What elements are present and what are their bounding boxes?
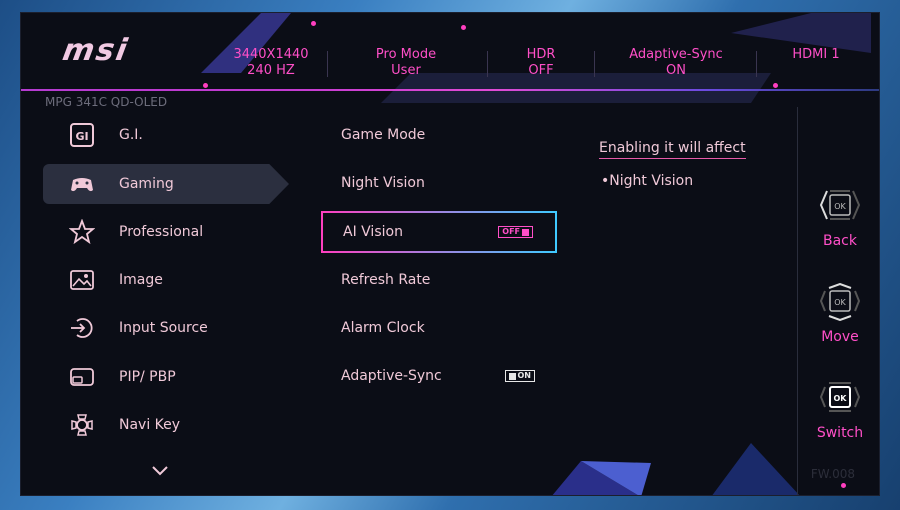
submenu-ai-vision[interactable]: AI Vision OFF [321, 211, 557, 253]
ai-vision-toggle[interactable]: OFF [498, 226, 533, 238]
deco-dot [773, 83, 778, 88]
menu-item-gi[interactable]: GI G.I. [43, 115, 289, 155]
input-source-icon [67, 313, 97, 343]
menu-item-gaming[interactable]: Gaming [43, 164, 289, 204]
firmware-version: FW.008 [810, 467, 855, 481]
ok-press-icon: OK [819, 382, 861, 412]
menu-item-navi-key[interactable]: Navi Key [43, 405, 289, 445]
submenu-label: AI Vision [343, 224, 403, 240]
menu-item-label: Image [119, 272, 163, 288]
gamepad-icon [67, 169, 97, 199]
deco-dot [311, 21, 316, 26]
menu-item-pip-pbp[interactable]: PIP/ PBP [43, 357, 289, 397]
toggle-state: OFF [502, 227, 520, 236]
gi-icon: GI [67, 120, 97, 150]
nav-key-label: Switch [816, 425, 864, 441]
submenu-adaptive-sync[interactable]: Adaptive-Sync ON [321, 357, 557, 395]
adaptive-sync-status: Adaptive-Sync ON [629, 47, 723, 78]
input-status: HDMI 1 [792, 47, 840, 62]
osd-menu: msi 3440X1440 240 HZ Pro Mode User HDR OFF … [20, 12, 880, 496]
submenu-label: Refresh Rate [341, 272, 431, 288]
submenu-label: Game Mode [341, 127, 426, 143]
menu-item-image[interactable]: Image [43, 260, 289, 300]
menu-item-input-source[interactable]: Input Source [43, 308, 289, 348]
msi-logo: msi [59, 33, 132, 68]
nav-key-panel: OK Back OK Move OK Switch [797, 107, 879, 495]
navi-key-icon [67, 410, 97, 440]
header-divider [21, 89, 879, 91]
affect-title: Enabling it will affect [599, 140, 746, 159]
nav-key-label: Move [821, 329, 859, 345]
adaptive-sync-toggle[interactable]: ON [504, 370, 535, 382]
affect-item: •Night Vision [601, 173, 694, 189]
deco-dot [203, 83, 208, 88]
svg-text:OK: OK [834, 202, 846, 211]
svg-text:OK: OK [834, 394, 848, 403]
resolution-status: 3440X1440 240 HZ [233, 47, 309, 78]
menu-item-label: Professional [119, 224, 204, 240]
nav-key-back[interactable]: OK Back [798, 187, 879, 249]
svg-text:OK: OK [834, 298, 846, 307]
submenu-label: Alarm Clock [341, 320, 425, 336]
submenu-game-mode[interactable]: Game Mode [321, 116, 557, 154]
deco-dot [461, 25, 466, 30]
ok-updown-icon: OK [819, 282, 861, 322]
menu-item-label: Navi Key [119, 417, 181, 433]
menu-item-label: PIP/ PBP [119, 369, 176, 385]
menu-item-label: Input Source [119, 320, 208, 336]
chevron-down-icon[interactable] [151, 465, 169, 477]
model-name: MPG 341C QD-OLED [45, 95, 168, 109]
submenu-label: Adaptive-Sync [341, 368, 442, 384]
star-icon [67, 217, 97, 247]
nav-key-move[interactable]: OK Move [798, 282, 879, 345]
nav-key-switch[interactable]: OK Switch [798, 379, 879, 441]
pip-icon [67, 362, 97, 392]
image-icon [67, 265, 97, 295]
submenu-alarm-clock[interactable]: Alarm Clock [321, 309, 557, 347]
menu-item-label: Gaming [119, 176, 174, 192]
toggle-state: ON [517, 371, 532, 380]
pro-mode-status: Pro Mode User [375, 47, 437, 78]
submenu-refresh-rate[interactable]: Refresh Rate [321, 261, 557, 299]
svg-text:GI: GI [75, 130, 88, 143]
submenu-label: Night Vision [341, 175, 425, 191]
submenu-night-vision[interactable]: Night Vision [321, 164, 557, 202]
nav-key-label: Back [823, 233, 857, 249]
ok-left-icon: OK [819, 190, 861, 220]
menu-item-professional[interactable]: Professional [43, 212, 289, 252]
footer-decoration [552, 443, 800, 495]
hdr-status: HDR OFF [526, 47, 556, 78]
menu-item-label: G.I. [119, 127, 143, 143]
